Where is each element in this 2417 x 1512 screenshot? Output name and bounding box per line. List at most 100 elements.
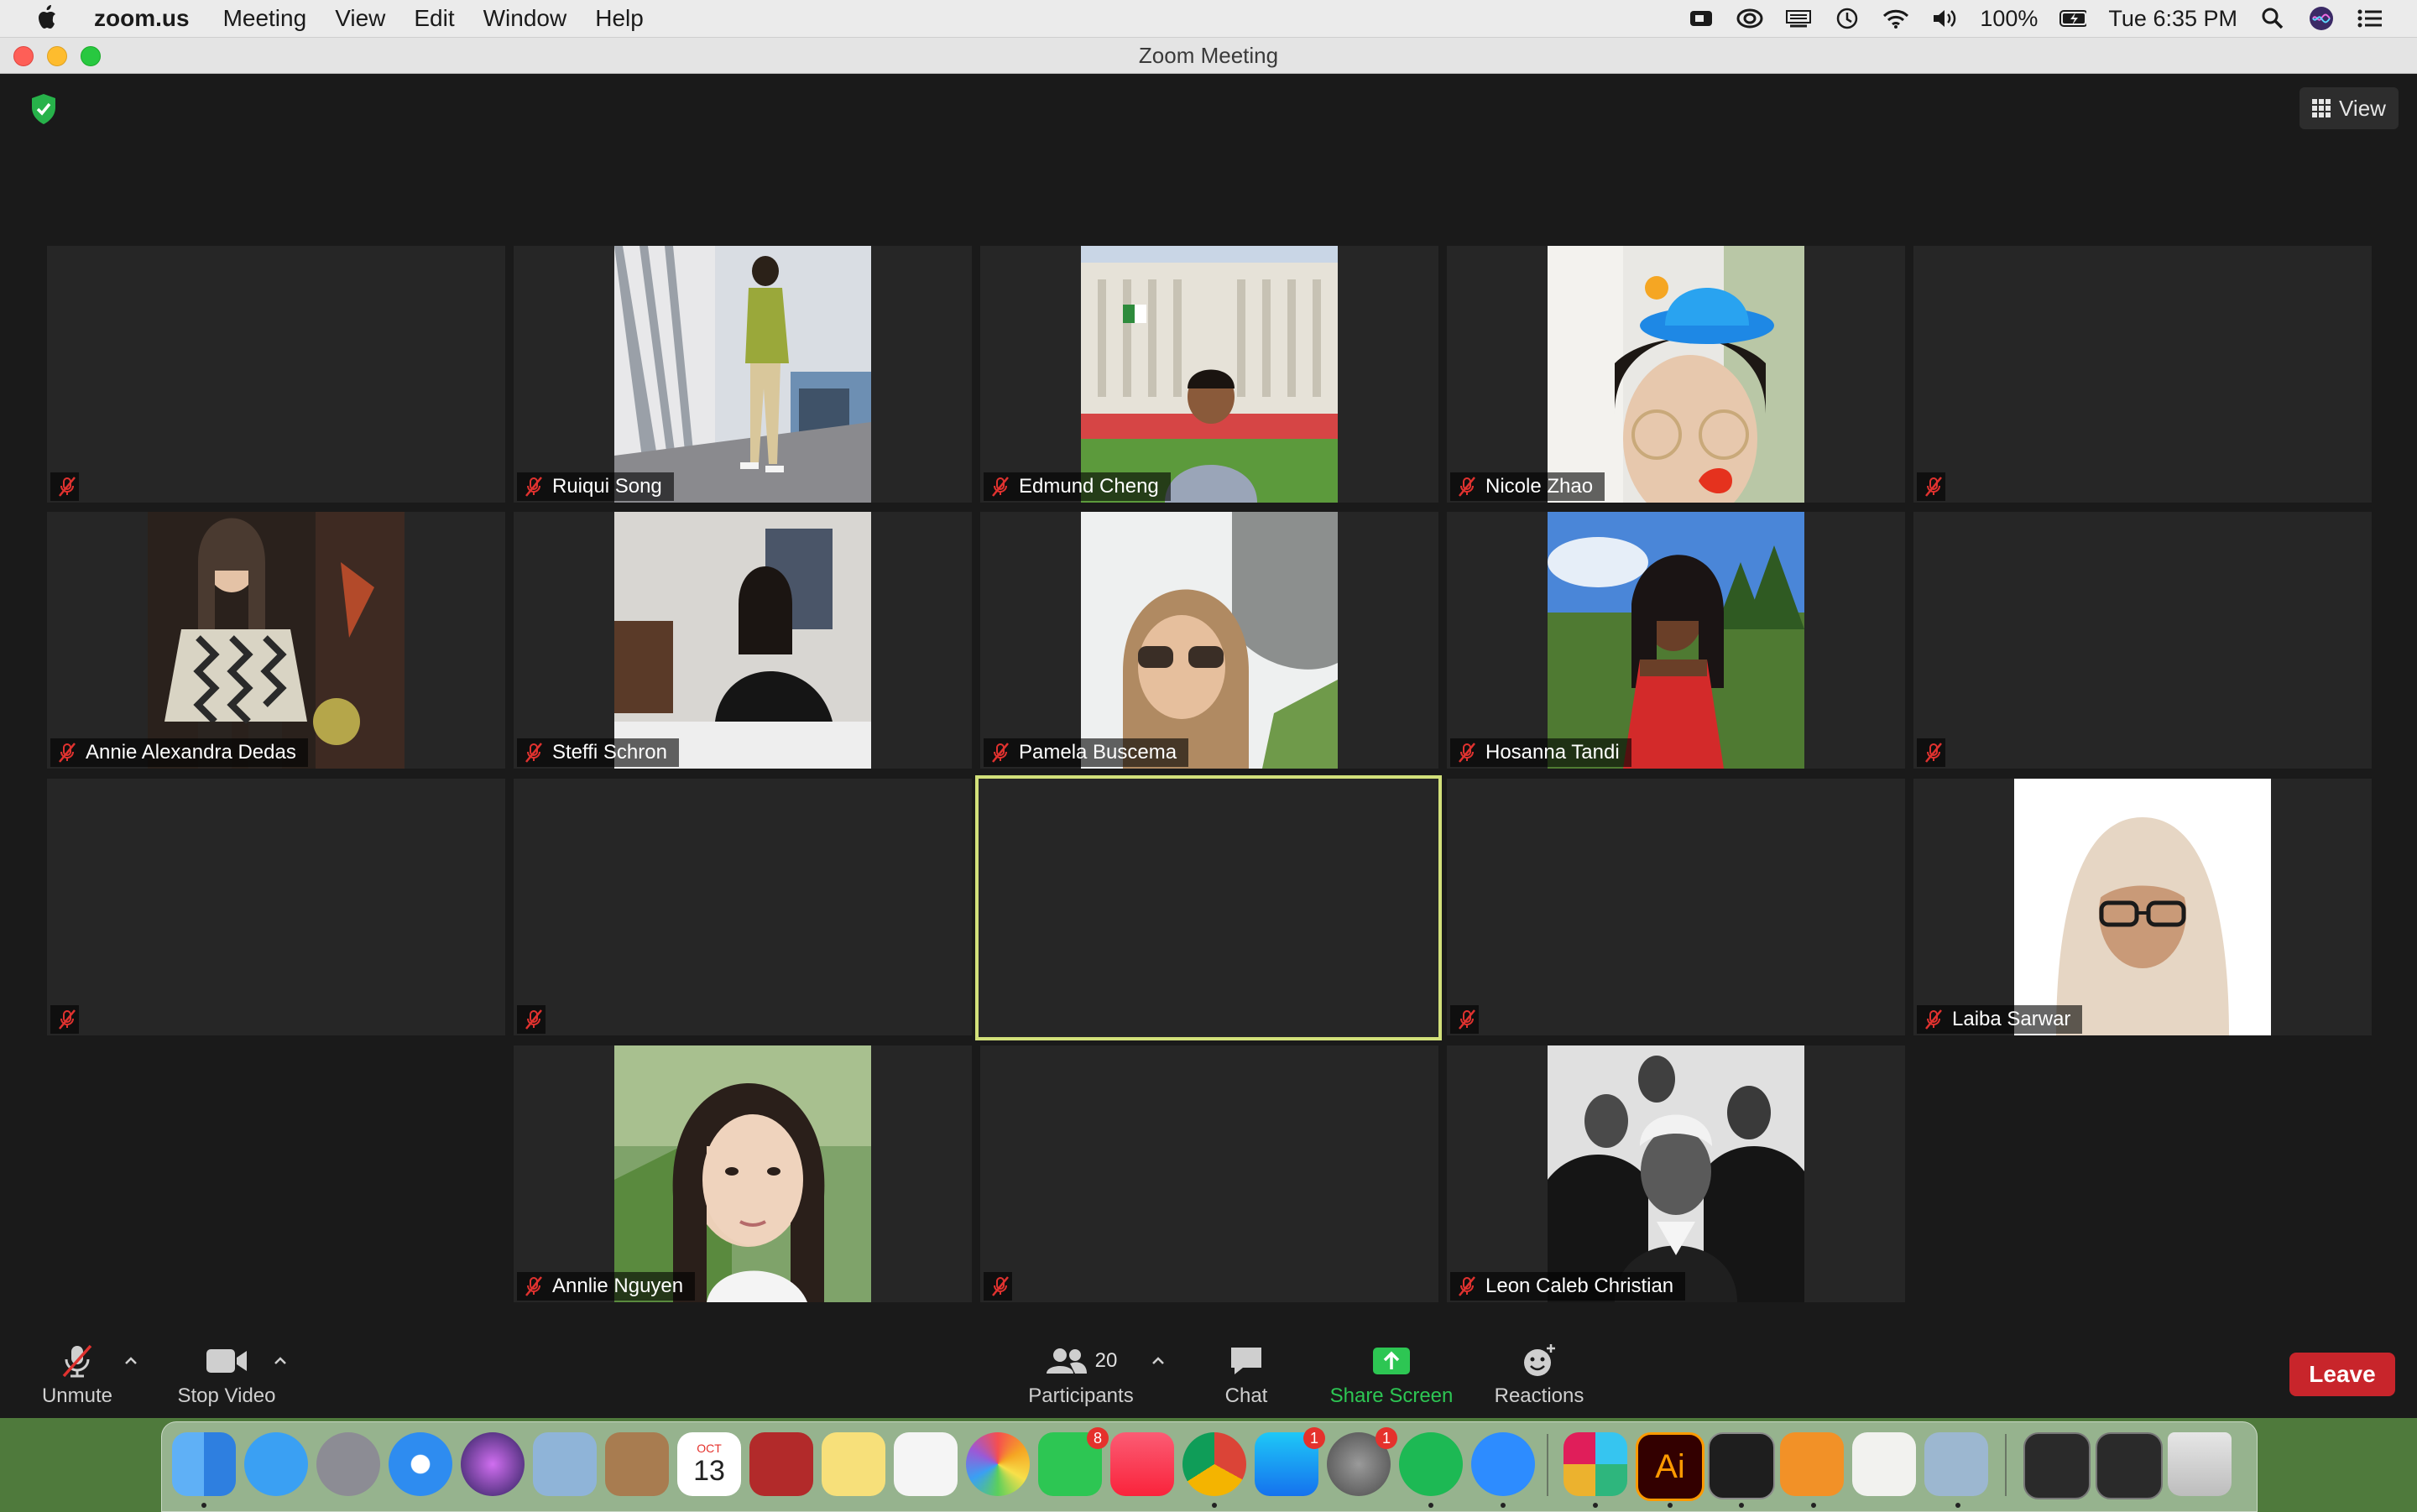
participants-options-chevron-icon[interactable] (1150, 1353, 1167, 1369)
apple-menu-icon[interactable] (35, 4, 60, 33)
participant-video (614, 246, 871, 503)
clock[interactable]: Tue 6:35 PM (2108, 6, 2237, 32)
microphone-muted-icon (1925, 477, 1942, 497)
preview-icon[interactable] (533, 1432, 597, 1496)
participant-tile[interactable] (1447, 779, 1905, 1035)
menu-window[interactable]: Window (483, 5, 567, 32)
video-options-chevron-icon[interactable] (272, 1353, 289, 1369)
chat-button[interactable]: Chat (1208, 1332, 1284, 1418)
spotify-icon[interactable] (1399, 1432, 1463, 1496)
finder-icon[interactable] (172, 1432, 236, 1496)
macos-dock: OCT 13 8 1 1 Ai (161, 1421, 2258, 1512)
running-indicator (201, 1503, 206, 1508)
unmute-button[interactable]: Unmute (34, 1332, 121, 1418)
minimized-window-icon[interactable] (2023, 1432, 2091, 1499)
spotlight-search-icon[interactable] (2259, 7, 2286, 30)
running-indicator (1955, 1503, 1960, 1508)
participant-tile[interactable]: Edmund Cheng (980, 246, 1438, 503)
sublime-text-icon[interactable] (1780, 1432, 1844, 1496)
siri-icon[interactable] (2308, 7, 2335, 30)
participant-tile[interactable]: Nicole Zhao (1447, 246, 1905, 503)
reminders-icon[interactable] (894, 1432, 958, 1496)
photo-booth-icon[interactable] (749, 1432, 813, 1496)
music-icon[interactable] (1110, 1432, 1174, 1496)
minimized-window-icon[interactable] (2096, 1432, 2163, 1499)
trash-icon[interactable] (2168, 1432, 2232, 1496)
dock-separator (1547, 1434, 1548, 1496)
notification-center-icon[interactable] (2357, 7, 2383, 30)
participant-tile[interactable]: Laiba Sarwar (1913, 779, 2372, 1035)
time-machine-icon[interactable] (1834, 7, 1861, 30)
menu-help[interactable]: Help (595, 5, 644, 32)
microphone-muted-icon (525, 477, 542, 497)
participant-tile[interactable]: Steffi Schron (514, 512, 972, 769)
participant-tile[interactable]: Annlie Nguyen (514, 1045, 972, 1302)
participant-tile[interactable] (47, 779, 505, 1035)
siri-app-icon[interactable] (461, 1432, 525, 1496)
battery-percent: 100% (1980, 5, 2039, 31)
illustrator-label: Ai (1655, 1447, 1685, 1485)
calendar-icon[interactable]: OCT 13 (677, 1432, 741, 1496)
participant-name-tag: Edmund Cheng (984, 472, 1171, 501)
menu-meeting[interactable]: Meeting (223, 5, 307, 32)
photos-icon[interactable] (966, 1432, 1030, 1496)
running-indicator (1739, 1503, 1744, 1508)
display-icon[interactable] (1785, 7, 1812, 30)
launchpad-icon[interactable] (316, 1432, 380, 1496)
participant-tile[interactable] (514, 779, 972, 1035)
muted-indicator (50, 1005, 79, 1034)
participant-name: Steffi Schron (552, 741, 667, 764)
participant-tile[interactable]: Hosanna Tandi (1447, 512, 1905, 769)
wifi-icon[interactable] (1882, 7, 1909, 30)
participant-tile[interactable] (1913, 246, 2372, 503)
volume-icon[interactable] (1931, 7, 1958, 30)
unmute-label: Unmute (41, 1384, 113, 1407)
running-indicator (1811, 1503, 1816, 1508)
participant-tile[interactable] (1913, 512, 2372, 769)
participant-tile[interactable]: Pamela Buscema (980, 512, 1438, 769)
participant-name: Annlie Nguyen (552, 1275, 684, 1297)
active-speaker-tile[interactable] (975, 775, 1442, 1040)
participant-video (1081, 246, 1338, 503)
chat-label: Chat (1224, 1384, 1268, 1407)
leave-button[interactable]: Leave (2289, 1353, 2395, 1396)
illustrator-icon[interactable]: Ai (1636, 1432, 1704, 1501)
battery-icon[interactable] (2059, 7, 2087, 30)
title-bar: Zoom Meeting (0, 38, 2417, 74)
microphone-muted-icon (1925, 743, 1942, 763)
meeting-content: View Ruiqui Song Edmund Cheng Nicole Zha… (0, 74, 2417, 1418)
meeting-toolbar: Unmute Stop Video 20 Participants Chat S… (0, 1332, 2417, 1418)
camera-status-icon[interactable] (1688, 7, 1715, 30)
menu-edit[interactable]: Edit (414, 5, 454, 32)
zoom-app-icon[interactable] (1471, 1432, 1535, 1496)
participants-button[interactable]: 20 Participants (1015, 1332, 1146, 1418)
microphone-muted-icon (59, 1009, 76, 1030)
audio-options-chevron-icon[interactable] (123, 1353, 139, 1369)
participant-tile[interactable]: Leon Caleb Christian (1447, 1045, 1905, 1302)
contacts-icon[interactable] (605, 1432, 669, 1496)
participant-video (1548, 512, 1804, 769)
participant-video (1548, 246, 1804, 503)
creative-cloud-icon[interactable] (1736, 7, 1763, 30)
stop-video-button[interactable]: Stop Video (168, 1332, 285, 1418)
participant-tile[interactable] (980, 1045, 1438, 1302)
participant-name: Laiba Sarwar (1952, 1008, 2071, 1030)
microphone-muted-icon (1459, 743, 1475, 763)
preview-image-icon[interactable] (1924, 1432, 1988, 1496)
share-screen-button[interactable]: Share Screen (1318, 1332, 1465, 1418)
messages-icon[interactable] (244, 1432, 308, 1496)
participant-tile[interactable] (47, 246, 505, 503)
participant-tile[interactable]: Annie Alexandra Dedas (47, 512, 505, 769)
microphone-muted-icon (59, 477, 76, 497)
notes-icon[interactable] (822, 1432, 885, 1496)
menu-view[interactable]: View (335, 5, 385, 32)
terminal-icon[interactable] (1708, 1432, 1775, 1499)
app-menu-zoom[interactable]: zoom.us (94, 5, 190, 32)
safari-icon[interactable] (389, 1432, 452, 1496)
slack-icon[interactable] (1563, 1432, 1627, 1496)
textedit-icon[interactable] (1852, 1432, 1916, 1496)
participant-tile[interactable]: Ruiqui Song (514, 246, 972, 503)
share-screen-label: Share Screen (1329, 1384, 1454, 1407)
chrome-icon[interactable] (1182, 1432, 1246, 1496)
reactions-button[interactable]: Reactions (1489, 1332, 1590, 1418)
